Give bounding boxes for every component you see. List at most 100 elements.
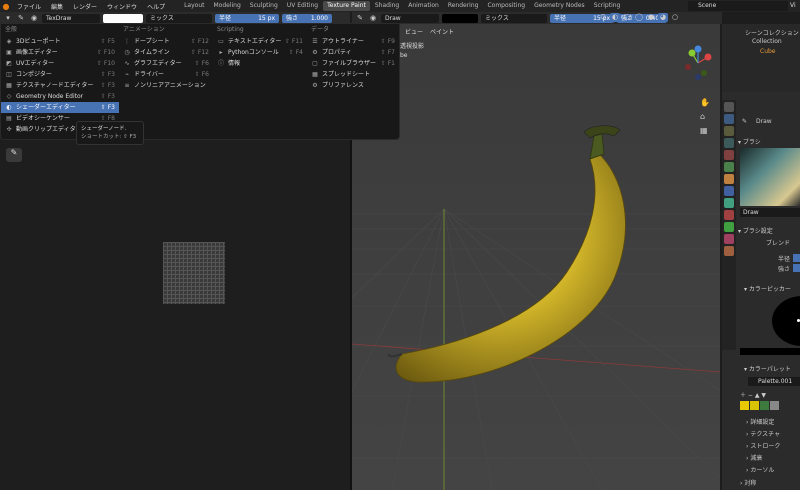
solid-shading-icon[interactable]: ●: [646, 13, 656, 22]
tab-geometry-nodes[interactable]: Geometry Nodes: [530, 1, 589, 11]
palette-swatch[interactable]: [760, 401, 769, 410]
view-layer-tab-icon[interactable]: [724, 138, 734, 148]
menu-item-info[interactable]: ⓘ 情報: [213, 58, 307, 69]
texture-section[interactable]: › テクスチャ: [746, 429, 780, 438]
particles-tab-icon[interactable]: [724, 198, 734, 208]
menu-item-preferences[interactable]: ⚙ プリファレンス: [307, 80, 399, 91]
object-tab-icon[interactable]: [724, 174, 734, 184]
tool-tab-icon[interactable]: [724, 102, 734, 112]
palette-swatch[interactable]: [770, 401, 779, 410]
color-picker-header[interactable]: ▾ カラーピッカー: [744, 284, 791, 293]
xray-toggle-icon[interactable]: ▢: [622, 13, 632, 22]
value-slider[interactable]: [740, 348, 800, 355]
falloff-section[interactable]: › 減衰: [746, 453, 762, 462]
cursor-section[interactable]: › カーソル: [746, 465, 774, 474]
menu-item-compositor[interactable]: ◫ コンポジター ⇧ F3: [1, 69, 119, 80]
gizmo-toggle-icon[interactable]: ⛭: [598, 13, 608, 22]
color-palette-header[interactable]: ▾ カラーパレット: [744, 364, 791, 373]
menu-item-shader-editor[interactable]: ◐ シェーダーエディター ⇧ F3: [1, 102, 119, 113]
brush-settings-header[interactable]: ▾ ブラシ設定: [738, 226, 773, 235]
menu-item-timeline[interactable]: ◷ タイムライン ⇧ F12: [119, 47, 213, 58]
menu-item-uv-editor[interactable]: ◩ UVエディター ⇧ F10: [1, 58, 119, 69]
blend-mode-select-3d[interactable]: ミックス: [481, 13, 547, 23]
tab-modeling[interactable]: Modeling: [209, 1, 244, 11]
tab-rendering[interactable]: Rendering: [444, 1, 483, 11]
physics-tab-icon[interactable]: [724, 210, 734, 220]
rendered-shading-icon[interactable]: ○: [670, 13, 680, 22]
blend-mode-select[interactable]: ミックス: [146, 13, 212, 23]
brush-preview[interactable]: [740, 148, 800, 206]
menu-item-file-browser[interactable]: ▢ ファイルブラウザー ⇧ F1: [307, 58, 399, 69]
radius-slider[interactable]: 半径 15 px: [215, 13, 279, 23]
menu-item-python-console[interactable]: ▸ Pythonコンソール ⇧ F4: [213, 47, 307, 58]
outliner-scene-collection[interactable]: シーンコレクション: [745, 28, 799, 37]
outliner-collection[interactable]: Collection: [752, 38, 782, 45]
brush-icon[interactable]: ✎: [355, 14, 365, 23]
menu-window[interactable]: ウィンドウ: [102, 2, 142, 11]
scene-tab-icon[interactable]: [724, 150, 734, 160]
palette-swatch[interactable]: [740, 401, 749, 410]
view-layer-selector[interactable]: Vi: [790, 2, 796, 9]
tab-uv-editing[interactable]: UV Editing: [283, 1, 322, 11]
navigation-gizmo[interactable]: [680, 45, 716, 81]
data-tab-icon[interactable]: [724, 222, 734, 232]
strength-slider[interactable]: 強さ 1.000: [282, 13, 332, 23]
menu-render[interactable]: レンダー: [68, 2, 102, 11]
output-tab-icon[interactable]: [724, 126, 734, 136]
tab-sculpting[interactable]: Sculpting: [246, 1, 282, 11]
3d-viewport[interactable]: 透視投影 be: [352, 24, 720, 490]
radius-field[interactable]: [793, 254, 800, 262]
menu-item-nla[interactable]: ≡ ノンリニアアニメーション: [119, 80, 213, 91]
menu-item-properties[interactable]: ⚙ プロパティ ⇧ F7: [307, 47, 399, 58]
menu-help[interactable]: ヘルプ: [142, 2, 170, 11]
tab-animation[interactable]: Animation: [404, 1, 443, 11]
menu-item-image-editor[interactable]: ▣ 画像エディター ⇧ F10: [1, 47, 119, 58]
stroke-section[interactable]: › ストローク: [746, 441, 780, 450]
paint-brush-icon[interactable]: ✎: [16, 14, 26, 23]
render-tab-icon[interactable]: [724, 114, 734, 124]
material-shading-icon[interactable]: ◕: [658, 13, 668, 22]
palette-name-field[interactable]: Palette.001: [748, 377, 800, 386]
material-tab-icon[interactable]: [724, 234, 734, 244]
tab-compositing[interactable]: Compositing: [483, 1, 529, 11]
tab-scripting[interactable]: Scripting: [590, 1, 625, 11]
view-menu[interactable]: ビュー: [405, 27, 423, 36]
blender-logo-icon[interactable]: ●: [0, 0, 12, 12]
brush-name-field[interactable]: TexDraw: [42, 13, 100, 23]
menu-item-drivers[interactable]: ⌁ ドライバー ⇧ F6: [119, 69, 213, 80]
menu-item-geometry-node[interactable]: ◇ Geometry Node Editor ⇧ F3: [1, 91, 119, 102]
tab-shading[interactable]: Shading: [371, 1, 403, 11]
properties-brush-name[interactable]: Draw: [756, 118, 772, 125]
menu-item-text-editor[interactable]: ▭ テキストエディター ⇧ F11: [213, 36, 307, 47]
paint-menu[interactable]: ペイント: [430, 27, 454, 36]
palette-controls[interactable]: ＋ − ▲ ▼: [740, 390, 766, 399]
strength-field[interactable]: [793, 264, 800, 272]
menu-item-graph-editor[interactable]: ∿ グラフエディター ⇧ F6: [119, 58, 213, 69]
texture-tab-icon[interactable]: [724, 246, 734, 256]
symmetry-section[interactable]: › 対称: [740, 478, 756, 487]
brush-section-header[interactable]: ▾ ブラシ: [738, 137, 761, 146]
menu-item-spreadsheet[interactable]: ▦ スプレッドシート: [307, 69, 399, 80]
overlay-toggle-icon[interactable]: ◐: [610, 13, 620, 22]
brush-field[interactable]: Draw: [740, 208, 800, 217]
menu-item-dope-sheet[interactable]: ⋮ ドープシート ⇧ F12: [119, 36, 213, 47]
tab-layout[interactable]: Layout: [180, 1, 208, 11]
draw-tool-icon[interactable]: ✎: [6, 148, 22, 162]
axis-gizmo-icon[interactable]: [680, 45, 716, 81]
color-swatch[interactable]: [103, 13, 143, 23]
brush-name-field-3d[interactable]: Draw: [381, 13, 439, 23]
brush-datablock-icon-2[interactable]: ◉: [368, 14, 378, 23]
menu-edit[interactable]: 編集: [46, 2, 68, 11]
scene-selector[interactable]: Scene: [688, 1, 788, 11]
outliner-cube[interactable]: Cube: [760, 48, 776, 55]
menu-item-texture-node[interactable]: ▦ テクスチャノードエディター ⇧ F3: [1, 80, 119, 91]
grid-view-icon[interactable]: ▦: [700, 126, 708, 135]
camera-icon[interactable]: ⌂: [700, 112, 705, 121]
brush-datablock-icon[interactable]: ◉: [29, 14, 39, 23]
menu-file[interactable]: ファイル: [12, 2, 46, 11]
editor-type-icon[interactable]: ▾: [3, 14, 13, 23]
advanced-section[interactable]: › 詳細設定: [746, 417, 774, 426]
wireframe-shading-icon[interactable]: ◯: [634, 13, 644, 22]
modifier-tab-icon[interactable]: [724, 186, 734, 196]
color-swatch-3d[interactable]: [442, 13, 478, 23]
